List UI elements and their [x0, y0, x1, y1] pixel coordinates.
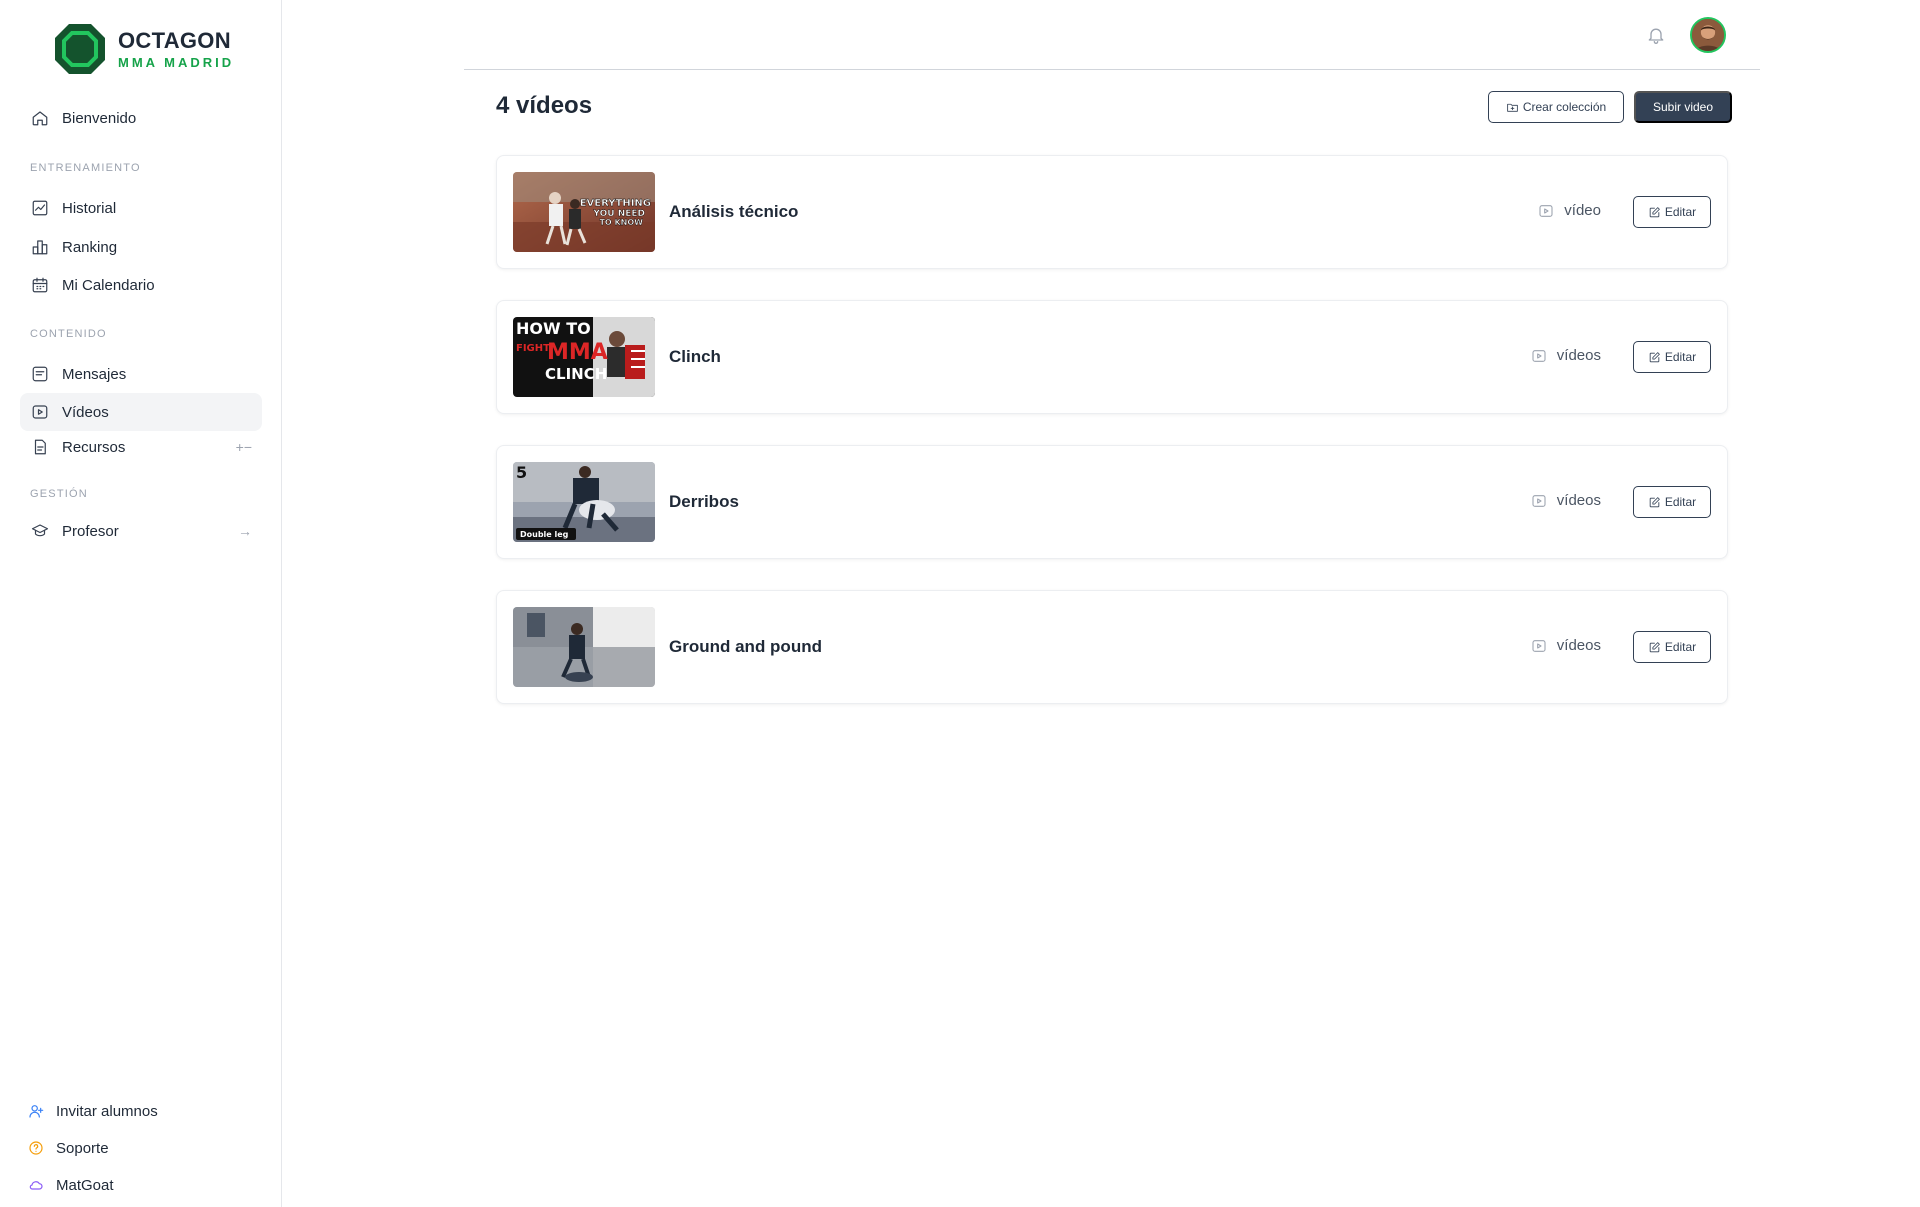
edit-button[interactable]: Editar [1633, 196, 1711, 228]
sidebar-item-label: Vídeos [62, 403, 109, 421]
edit-button[interactable]: Editar [1633, 341, 1711, 373]
user-plus-icon [28, 1103, 44, 1119]
edit-button[interactable]: Editar [1633, 486, 1711, 518]
video-icon [1532, 639, 1546, 652]
calendar-icon [30, 275, 50, 295]
arrow-right-icon: → [238, 523, 252, 539]
collection-title[interactable]: Clinch [669, 347, 721, 367]
edit-icon [1649, 496, 1660, 507]
brand-title: OCTAGON [118, 27, 231, 53]
brand-subtitle: MMA MADRID [118, 54, 235, 70]
collection-card[interactable]: EVERYTHING YOU NEED TO KNOW Análisis téc… [496, 155, 1728, 269]
sidebar-item-label: Mensajes [62, 365, 127, 383]
thumb-text: EVERYTHING [580, 198, 651, 209]
sidebar-item-videos[interactable]: Vídeos [20, 393, 262, 431]
edit-button[interactable]: Editar [1633, 631, 1711, 663]
sidebar-item-label: Recursos [62, 438, 126, 456]
bell-icon[interactable] [1646, 25, 1668, 47]
chart-icon [30, 198, 50, 218]
footer-item-invitar[interactable]: Invitar alumnos [28, 1098, 158, 1124]
collection-thumbnail: HOW TO FIGHT MMA CLINCH [513, 317, 655, 397]
octagon-logo-icon [54, 23, 106, 75]
footer-item-label: Invitar alumnos [56, 1102, 158, 1120]
sidebar-item-calendario[interactable]: Mi Calendario [20, 266, 262, 304]
sidebar-item-mensajes[interactable]: Mensajes [20, 355, 262, 393]
collection-card[interactable]: Ground and pound vídeos Editar [496, 590, 1728, 704]
thumb-text: HOW TO [516, 319, 591, 338]
footer-item-label: Soporte [56, 1139, 109, 1157]
collection-title[interactable]: Derribos [669, 492, 739, 512]
upload-video-button[interactable]: Subir video [1634, 91, 1732, 123]
video-icon [1532, 349, 1546, 362]
video-count: vídeos [1531, 347, 1601, 364]
edit-icon [1649, 641, 1660, 652]
video-count: vídeos [1531, 492, 1601, 509]
avatar[interactable] [1690, 17, 1726, 53]
thumb-text: 5 [516, 463, 527, 482]
sidebar-item-label: Mi Calendario [62, 276, 155, 294]
folder-plus-icon [1507, 103, 1518, 112]
topbar-divider [464, 69, 1760, 70]
create-collection-button[interactable]: Crear colección [1488, 91, 1624, 123]
sidebar-item-ranking[interactable]: Ranking [20, 228, 262, 266]
home-icon [30, 108, 50, 128]
thumb-text: TO KNOW [599, 218, 643, 227]
collection-card[interactable]: 5 Double leg Derribos vídeos Editar [496, 445, 1728, 559]
sidebar-item-label: Ranking [62, 238, 118, 256]
edit-icon [1649, 206, 1660, 217]
collection-thumbnail [513, 607, 655, 687]
collection-title[interactable]: Análisis técnico [669, 202, 798, 222]
section-label-gestion: GESTIÓN [30, 488, 88, 500]
footer-item-matgoat[interactable]: MatGoat [28, 1172, 114, 1198]
video-count: vídeo [1538, 202, 1601, 219]
cloud-icon [28, 1177, 44, 1193]
section-label-entrenamiento: ENTRENAMIENTO [30, 162, 141, 174]
collection-thumbnail: EVERYTHING YOU NEED TO KNOW [513, 172, 655, 252]
collection-title[interactable]: Ground and pound [669, 637, 822, 657]
sidebar-item-profesor[interactable]: Profesor → [20, 512, 262, 550]
collection-thumbnail: 5 Double leg [513, 462, 655, 542]
edit-icon [1649, 351, 1660, 362]
thumb-text: CLINCH [545, 365, 607, 383]
sidebar-item-historial[interactable]: Historial [20, 189, 262, 227]
video-icon [30, 402, 50, 422]
page-title: 4 vídeos [496, 92, 593, 119]
collection-card[interactable]: HOW TO FIGHT MMA CLINCH Clinch vídeos Ed… [496, 300, 1728, 414]
brand-logo[interactable]: OCTAGON MMA MADRID [54, 23, 234, 75]
thumb-text: Double leg [520, 530, 569, 539]
help-icon [28, 1140, 44, 1156]
footer-item-soporte[interactable]: Soporte [28, 1135, 109, 1161]
video-icon [1539, 204, 1553, 217]
thumb-text: FIGHT [516, 343, 550, 354]
graduation-cap-icon [30, 521, 50, 541]
video-count: vídeos [1531, 637, 1601, 654]
file-icon [30, 437, 50, 457]
sidebar-item-label: Bienvenido [62, 109, 137, 127]
video-icon [1532, 494, 1546, 507]
expand-toggle[interactable]: +− [236, 439, 252, 455]
sidebar: OCTAGON MMA MADRID Bienvenido ENTRENAMIE… [0, 0, 282, 1207]
section-label-contenido: CONTENIDO [30, 328, 107, 340]
footer-item-label: MatGoat [56, 1176, 114, 1194]
sidebar-item-label: Historial [62, 199, 117, 217]
message-icon [30, 364, 50, 384]
sidebar-item-recursos[interactable]: Recursos +− [20, 428, 262, 466]
ranking-icon [30, 237, 50, 257]
sidebar-item-label: Profesor [62, 522, 119, 540]
thumb-text: MMA [547, 340, 608, 365]
sidebar-item-bienvenido[interactable]: Bienvenido [20, 99, 262, 137]
